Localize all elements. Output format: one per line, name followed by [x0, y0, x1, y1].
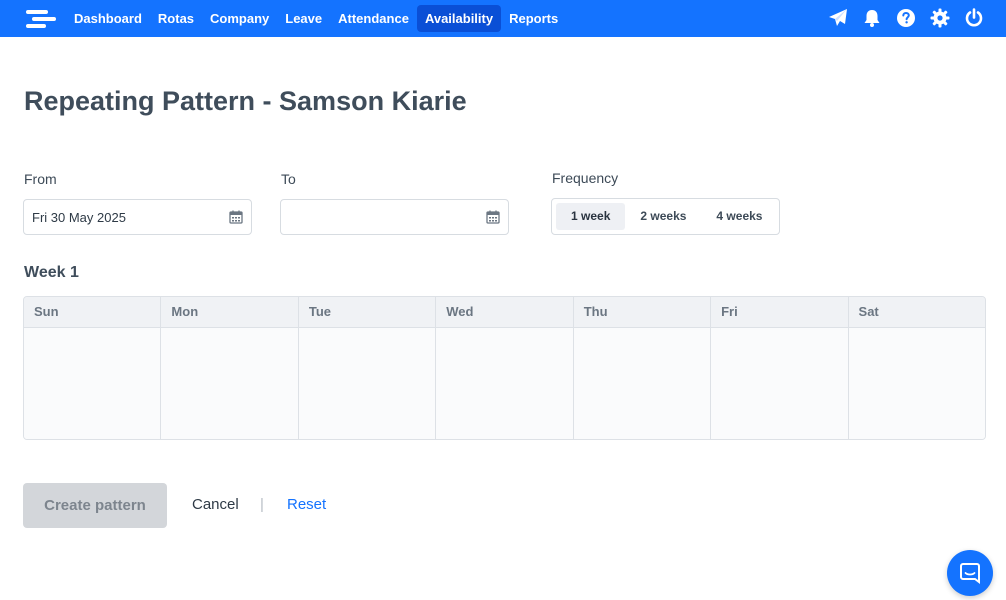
- day-header: Sat: [848, 297, 985, 328]
- nav-item-rotas[interactable]: Rotas: [150, 5, 202, 32]
- logo-icon[interactable]: [24, 9, 58, 29]
- frequency-selector: 1 week 2 weeks 4 weeks: [551, 198, 780, 235]
- day-header: Thu: [573, 297, 711, 328]
- chat-launcher-button[interactable]: [947, 550, 993, 596]
- day-cell[interactable]: [24, 328, 161, 439]
- to-label: To: [281, 171, 296, 187]
- frequency-label: Frequency: [552, 170, 619, 186]
- day-column-wed: Wed: [436, 297, 574, 439]
- nav-icon-group: [828, 7, 984, 29]
- nav-item-leave[interactable]: Leave: [277, 5, 330, 32]
- chat-icon: [960, 563, 980, 584]
- day-column-sat: Sat: [848, 297, 985, 439]
- frequency-option-1-week[interactable]: 1 week: [556, 203, 626, 230]
- action-separator: |: [260, 496, 264, 513]
- calendar-icon[interactable]: [229, 210, 243, 224]
- top-nav: Dashboard Rotas Company Leave Attendance…: [0, 0, 1006, 37]
- week-title: Week 1: [24, 264, 79, 281]
- nav-item-dashboard[interactable]: Dashboard: [66, 5, 150, 32]
- nav-item-reports[interactable]: Reports: [501, 5, 566, 32]
- day-header: Wed: [436, 297, 573, 328]
- help-icon[interactable]: [896, 8, 916, 28]
- day-header: Fri: [711, 297, 848, 328]
- from-date-input[interactable]: Fri 30 May 2025: [23, 199, 252, 235]
- day-cell[interactable]: [848, 328, 985, 439]
- frequency-option-2-weeks[interactable]: 2 weeks: [625, 203, 701, 230]
- power-icon[interactable]: [964, 8, 984, 28]
- page-title: Repeating Pattern - Samson Kiarie: [24, 86, 467, 116]
- day-cell[interactable]: [711, 328, 848, 439]
- day-cell[interactable]: [436, 328, 573, 439]
- frequency-option-4-weeks[interactable]: 4 weeks: [701, 203, 777, 230]
- nav-item-company[interactable]: Company: [202, 5, 277, 32]
- gear-icon[interactable]: [930, 8, 950, 28]
- nav-item-availability[interactable]: Availability: [416, 5, 502, 32]
- day-column-fri: Fri: [711, 297, 849, 439]
- reset-link[interactable]: Reset: [287, 496, 326, 513]
- create-pattern-button[interactable]: Create pattern: [23, 483, 167, 528]
- to-date-input[interactable]: [280, 199, 509, 235]
- nav-item-attendance[interactable]: Attendance: [330, 5, 417, 32]
- day-column-sun: Sun: [24, 297, 162, 439]
- bell-icon[interactable]: [862, 8, 882, 28]
- day-column-mon: Mon: [161, 297, 299, 439]
- from-label: From: [24, 171, 57, 187]
- day-cell[interactable]: [573, 328, 711, 439]
- from-date-value: Fri 30 May 2025: [32, 210, 126, 225]
- day-header: Sun: [24, 297, 161, 328]
- week-grid: Sun Mon Tue Wed Thu Fri Sat: [23, 296, 986, 440]
- calendar-icon[interactable]: [486, 210, 500, 224]
- day-column-thu: Thu: [573, 297, 712, 439]
- paper-plane-icon[interactable]: [828, 8, 848, 28]
- day-cell[interactable]: [161, 328, 298, 439]
- day-header: Mon: [161, 297, 298, 328]
- day-column-tue: Tue: [298, 297, 437, 439]
- day-header: Tue: [298, 297, 436, 328]
- cancel-button[interactable]: Cancel: [192, 496, 239, 513]
- nav-menu: Dashboard Rotas Company Leave Attendance…: [66, 5, 566, 32]
- day-cell[interactable]: [298, 328, 436, 439]
